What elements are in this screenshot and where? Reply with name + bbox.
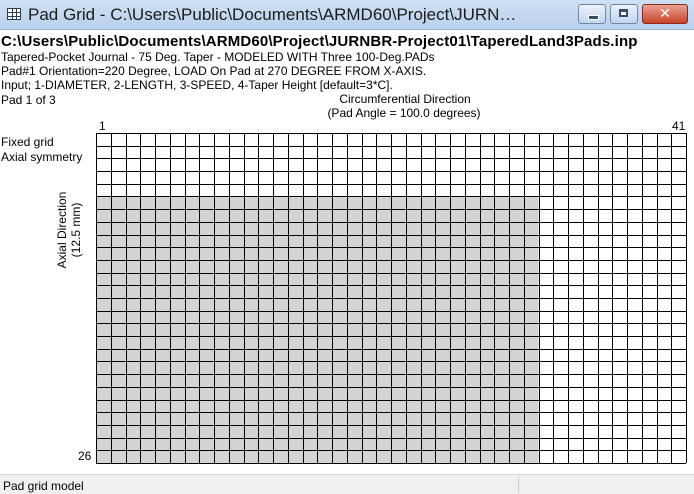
pad-grid-window: Pad Grid - C:\Users\Public\Documents\ARM… [0, 0, 694, 494]
status-bar: Pad grid model [0, 474, 694, 494]
status-text: Pad grid model [3, 479, 84, 493]
status-divider [518, 477, 519, 493]
pad-grid[interactable] [0, 0, 694, 474]
